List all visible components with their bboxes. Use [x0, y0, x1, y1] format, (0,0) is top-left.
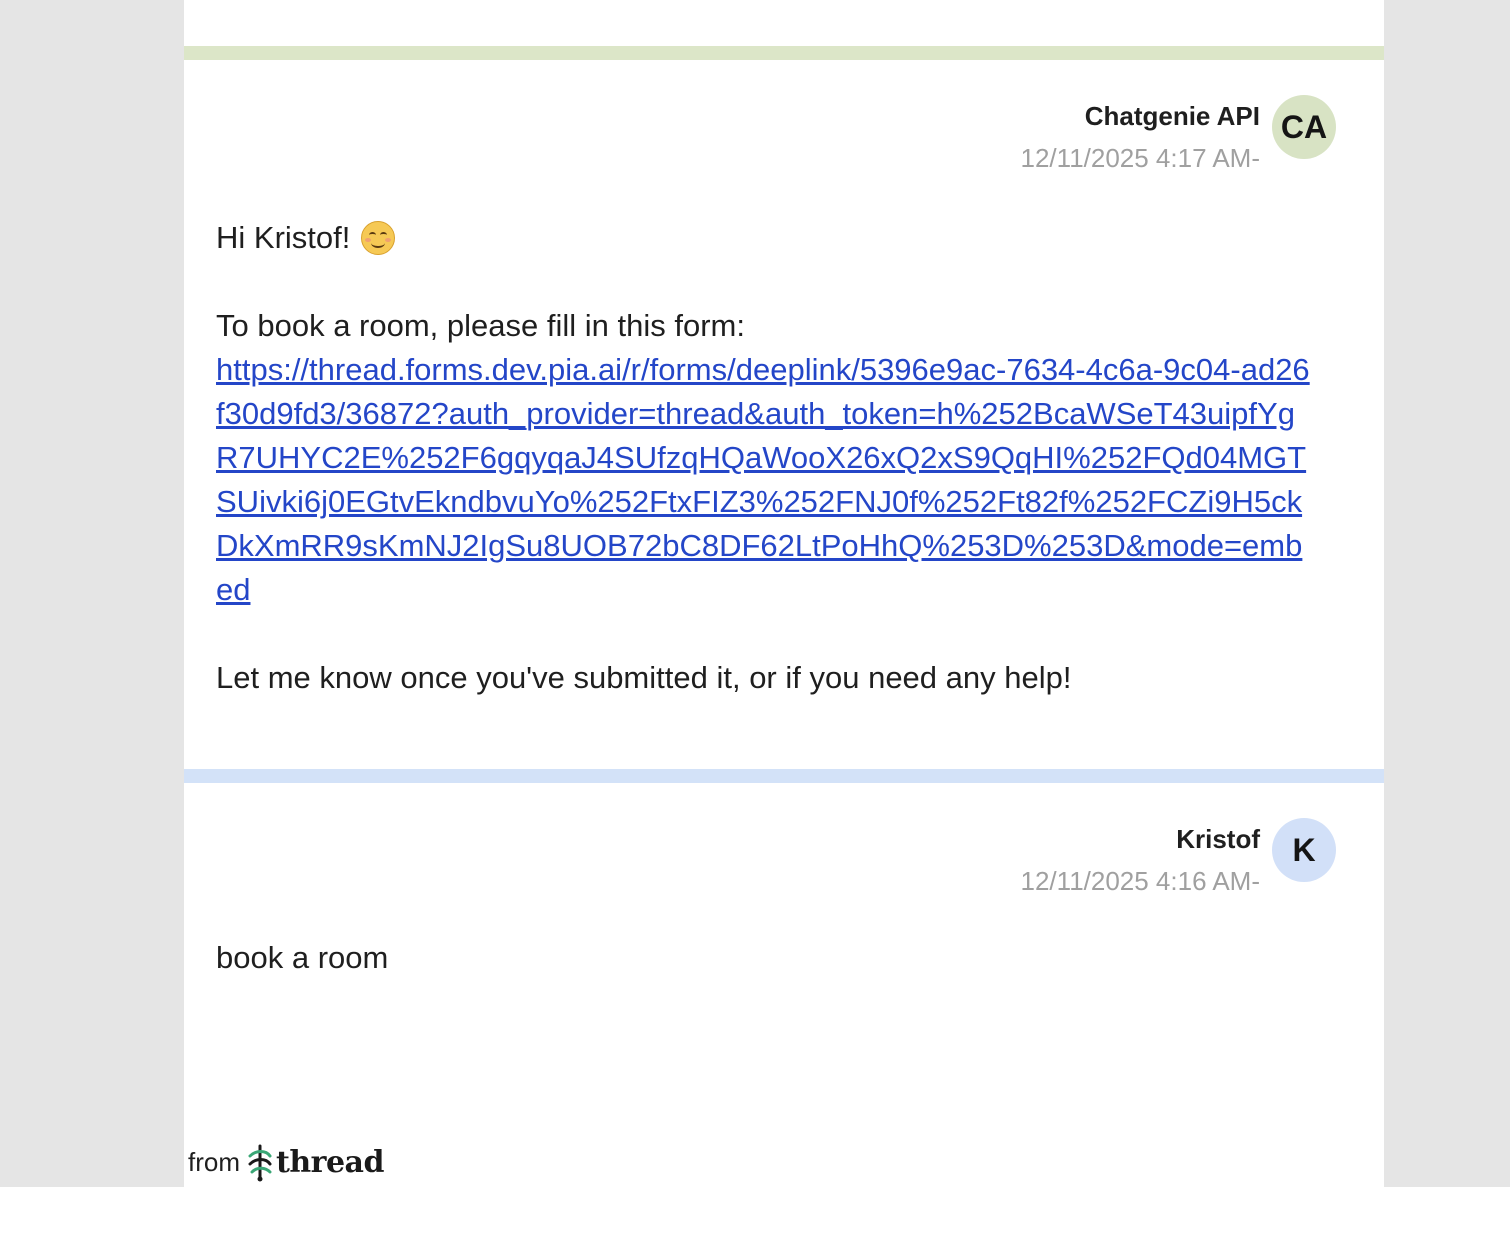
- message-text: book a room: [216, 940, 389, 975]
- greeting-text: Hi Kristof!: [216, 220, 351, 255]
- form-link[interactable]: https://thread.forms.dev.pia.ai/r/forms/…: [216, 348, 1316, 612]
- smiling-face-emoji-icon: [360, 221, 395, 255]
- closing-text: Let me know once you've submitted it, or…: [216, 660, 1072, 695]
- greeting-line: Hi Kristof!: [216, 214, 1326, 260]
- message-header: Chatgenie API 12/11/2025 4:17 AM-: [1021, 100, 1260, 174]
- intro-text: To book a room, please fill in this form…: [216, 308, 745, 343]
- thread-logo-icon: [248, 1144, 272, 1182]
- message-separator-blue: [184, 769, 1384, 783]
- message-body: book a room: [216, 936, 1326, 980]
- avatar: K: [1272, 818, 1336, 882]
- sender-name: Chatgenie API: [1084, 101, 1260, 131]
- message-timestamp: 12/11/2025 4:17 AM-: [1020, 143, 1260, 173]
- message-header: Kristof 12/11/2025 4:16 AM-: [1021, 823, 1260, 897]
- message-body: Hi Kristof! To book a room, please fill …: [216, 214, 1326, 700]
- avatar: CA: [1272, 95, 1336, 159]
- sender-name: Kristof: [1176, 824, 1260, 854]
- avatar-initials: CA: [1280, 108, 1328, 145]
- thread-logo[interactable]: thread: [246, 1142, 384, 1182]
- thread-logo-text: thread: [276, 1144, 384, 1180]
- message-separator-green: [184, 46, 1384, 60]
- avatar-initials: K: [1292, 831, 1316, 868]
- footer-from-label: from: [188, 1146, 240, 1177]
- message-timestamp: 12/11/2025 4:16 AM-: [1020, 866, 1260, 896]
- email-card: Chatgenie API 12/11/2025 4:17 AM- CA Hi …: [184, 0, 1384, 1187]
- footer: from thread: [188, 1140, 384, 1184]
